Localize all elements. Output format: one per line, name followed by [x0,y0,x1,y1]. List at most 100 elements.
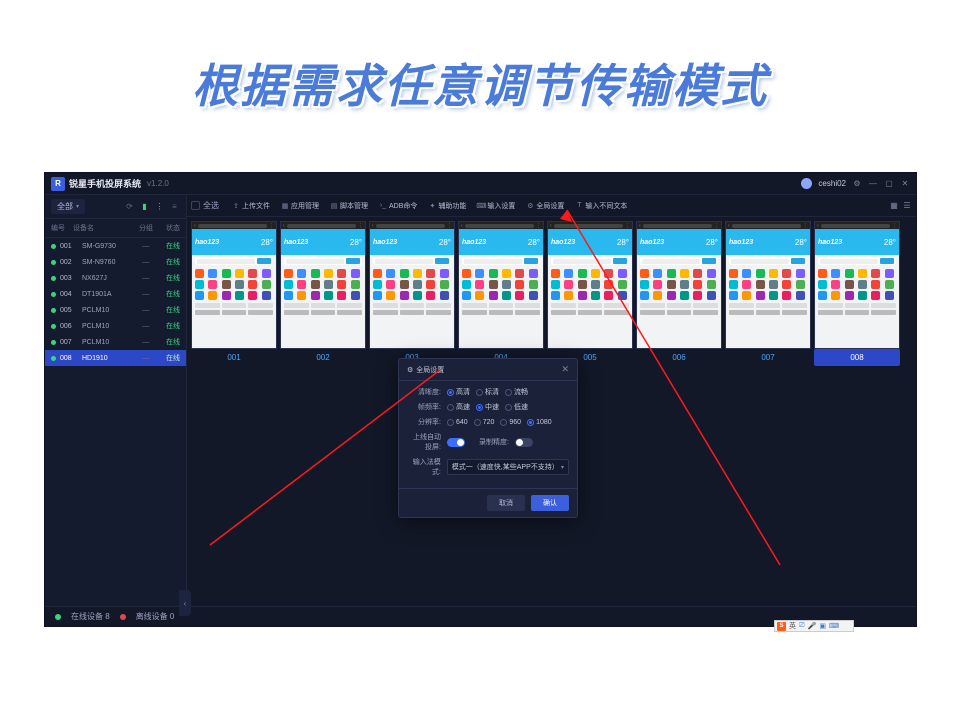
toolbar-全局设置[interactable]: ⚙全局设置 [521,198,569,214]
app-icon [564,269,573,278]
app-icon [729,280,738,289]
device-row[interactable]: 006PCLM10—在线 [45,318,186,334]
record-precision-toggle[interactable] [515,438,533,447]
ime-mic-icon[interactable]: 🎤 [808,622,817,630]
toolbar-输入设置[interactable]: ⌨输入设置 [472,198,520,214]
hao123-logo: hao123 [373,239,397,246]
user-name[interactable]: ceshi02 [818,179,846,188]
modal-close-button[interactable]: ✕ [561,364,569,375]
radio-720[interactable]: 720 [474,419,495,426]
radio-高清[interactable]: 高清 [447,387,470,397]
close-icon[interactable]: ✕ [900,179,910,189]
phone-thumbnail[interactable]: ‹⋮hao12328°005 [547,221,633,366]
list-view-icon[interactable]: ☰ [902,201,912,211]
grid-view-icon[interactable]: ▦ [889,201,899,211]
group-filter-dropdown[interactable]: 全部 ▾ [51,199,85,214]
more-icon[interactable]: ≡ [169,201,180,212]
app-icon [845,280,854,289]
col-group: 分组 [136,223,156,233]
phone-news [192,302,276,309]
device-row[interactable]: 002SM-N9760—在线 [45,254,186,270]
ime-mode-select[interactable]: 模式一（速度快,某些APP不支持） ▾ [447,459,569,475]
device-row[interactable]: 005PCLM10—在线 [45,302,186,318]
toolbar-脚本管理[interactable]: ▤脚本管理 [325,198,373,214]
app-icon [604,291,613,300]
usb-icon[interactable]: ▮ [139,201,150,212]
phone-header: hao12328° [281,229,365,255]
radio-中速[interactable]: 中速 [476,402,499,412]
ime-lang-label: 英 [789,621,796,631]
radio-高速[interactable]: 高速 [447,402,470,412]
device-row[interactable]: 003NX627J—在线 [45,270,186,286]
phone-thumbnail[interactable]: ‹⋮hao12328°006 [636,221,722,366]
sidebar-collapse-button[interactable]: ‹ [179,590,191,616]
phone-label: 001 [191,349,277,366]
phone-header: hao12328° [192,229,276,255]
toolbar-ADB命令[interactable]: ›_ADB命令 [374,198,422,214]
wifi-icon[interactable]: ⋮ [154,201,165,212]
device-id: 006 [60,323,82,330]
phone-thumbnail[interactable]: ‹⋮hao12328°007 [725,221,811,366]
ime-skin-icon[interactable]: ▣ [819,622,826,630]
phone-thumbnail[interactable]: ‹⋮hao12328° 002 [280,221,366,366]
select-all-checkbox[interactable]: 全选 [191,200,219,211]
toolbar-输入不同文本[interactable]: T输入不同文本 [570,198,632,214]
phone-screen: ‹⋮hao12328° [814,221,900,349]
auto-cast-toggle[interactable] [447,438,465,447]
radio-流畅[interactable]: 流畅 [505,387,528,397]
app-version: v1.2.0 [147,179,169,188]
refresh-icon[interactable]: ⟳ [124,201,135,212]
maximize-icon[interactable]: ▢ [884,179,894,189]
phone-label: 002 [280,349,366,366]
device-row[interactable]: 001SM-G9730—在线 [45,238,186,254]
device-status: 在线 [156,305,180,315]
app-icon [604,269,613,278]
app-icon [529,280,538,289]
phone-header: hao12328° [726,229,810,255]
minimize-icon[interactable]: — [868,179,878,189]
ok-button[interactable]: 确认 [531,495,569,511]
toolbar-应用管理[interactable]: ▦应用管理 [276,198,324,214]
hao123-logo: hao123 [195,239,219,246]
weather-widget: 28° [617,239,629,246]
checkbox-icon [191,201,200,210]
radio-640[interactable]: 640 [447,419,468,426]
app-icon [515,291,524,300]
chevron-down-icon: ▾ [76,203,79,210]
phone-screen: ‹⋮hao12328° [191,221,277,349]
radio-标清[interactable]: 标清 [476,387,499,397]
ime-keyboard-icon[interactable]: ⌨ [829,622,839,630]
radio-低速[interactable]: 低速 [505,402,528,412]
toolbar-icon: ▤ [330,202,338,210]
phone-thumbnail[interactable]: ‹⋮hao12328°001 [191,221,277,366]
app-icon [324,280,333,289]
radio-1080[interactable]: 1080 [527,419,552,426]
app-icon [742,269,751,278]
cancel-button[interactable]: 取消 [487,495,525,511]
ime-tool-icon[interactable]: ⎚ [799,622,805,630]
radio-960[interactable]: 960 [500,419,521,426]
app-icon [618,280,627,289]
device-row[interactable]: 007PCLM10—在线 [45,334,186,350]
settings-icon[interactable]: ⚙ [852,179,862,189]
app-icon [693,291,702,300]
toolbar-上传文件[interactable]: ⇪上传文件 [227,198,275,214]
phone-thumbnail[interactable]: ‹⋮hao12328°008 [814,221,900,366]
avatar[interactable] [801,178,812,189]
ime-floating-bar[interactable]: S 英 ⎚ 🎤 ▣ ⌨ [774,620,854,632]
app-icon [693,269,702,278]
device-group: — [136,307,156,314]
app-icon [756,269,765,278]
toolbar-辅助功能[interactable]: ✦辅助功能 [423,198,471,214]
app-icon [311,291,320,300]
device-row[interactable]: 004DT1901A—在线 [45,286,186,302]
phone-addressbar: ‹⋮ [281,222,365,229]
app-icon [680,280,689,289]
device-id: 007 [60,339,82,346]
phone-thumbnail[interactable]: ‹⋮hao12328°004 [458,221,544,366]
device-row[interactable]: 008HD1910—在线 [45,350,186,366]
device-status: 在线 [156,337,180,347]
app-icon [578,280,587,289]
phone-thumbnail[interactable]: ‹⋮hao12328°003 [369,221,455,366]
device-group: — [136,355,156,362]
